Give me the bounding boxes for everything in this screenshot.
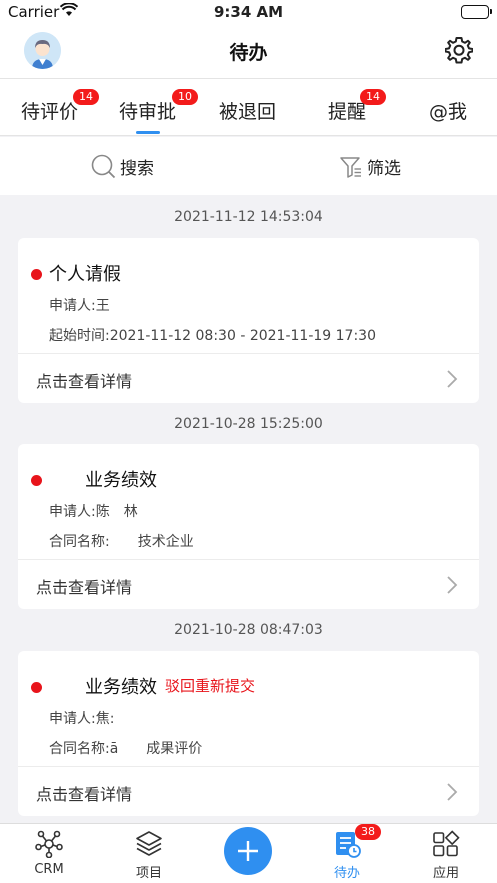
tab-returned[interactable]: 被退回: [219, 79, 289, 137]
info-line: 合同名称:ā 成果评价: [49, 741, 203, 757]
todo-card[interactable]: 业务绩效 申请人:陈 林 合同名称: 技术企业 点击查看详情: [18, 444, 479, 609]
view-detail-link[interactable]: 点击查看详情: [36, 368, 132, 392]
chevron-right-icon: [445, 574, 459, 596]
search-filter-bar: 搜索 筛选: [0, 137, 497, 195]
card-title: 个人请假: [49, 264, 121, 285]
info-line: 合同名称: 技术企业: [49, 534, 194, 550]
nav-crm[interactable]: CRM: [19, 830, 79, 877]
nav-projects[interactable]: 项目: [119, 830, 179, 881]
top-navbar: 待办: [0, 24, 497, 78]
tab-label: 待评价: [21, 101, 79, 123]
applicant-line: 申请人:陈 林: [49, 504, 138, 520]
tab-reminder[interactable]: 提醒 14: [328, 79, 398, 137]
chevron-right-icon: [445, 781, 459, 803]
tab-pending-review[interactable]: 待评价 14: [21, 79, 101, 137]
nav-label: 待办: [333, 866, 360, 881]
nav-label: 应用: [432, 866, 459, 881]
page-title: 待办: [229, 42, 268, 64]
count-badge: 38: [355, 824, 381, 840]
active-tab-indicator: [136, 131, 160, 134]
unread-dot: [31, 682, 42, 693]
filter-icon: [340, 156, 361, 178]
applicant-line: 申请人:焦:: [49, 711, 115, 727]
nav-apps[interactable]: 应用: [416, 830, 476, 881]
status-bar: Carrier 9:34 AM: [0, 0, 497, 24]
view-detail-link[interactable]: 点击查看详情: [36, 574, 132, 598]
add-button[interactable]: [224, 827, 272, 875]
tab-pending-approval[interactable]: 待审批 10: [119, 79, 199, 137]
tab-label: 被退回: [219, 101, 277, 123]
apps-icon: [433, 830, 460, 857]
unread-dot: [31, 269, 42, 280]
clock: 9:34 AM: [213, 3, 284, 21]
search-icon: [91, 154, 116, 179]
tab-bar: 待评价 14 待审批 10 被退回 提醒 14 @我: [0, 78, 497, 136]
tab-label: 待审批: [119, 101, 177, 123]
count-badge: 14: [360, 89, 386, 105]
view-detail-link[interactable]: 点击查看详情: [36, 781, 132, 805]
battery-icon: [461, 5, 492, 19]
todo-card[interactable]: 业务绩效 驳回重新提交 申请人:焦: 合同名称:ā 成果评价 点击查看详情: [18, 651, 479, 816]
nav-label: CRM: [34, 862, 64, 877]
tab-label: @我: [429, 101, 468, 123]
divider: [18, 353, 479, 354]
todo-card[interactable]: 个人请假 申请人:王 起始时间:2021-11-12 08:30 - 2021-…: [18, 238, 479, 403]
divider: [18, 559, 479, 560]
filter-button[interactable]: 筛选: [339, 154, 401, 179]
date-header: 2021-10-28 08:47:03: [174, 622, 323, 638]
tab-mentions[interactable]: @我: [429, 79, 479, 137]
filter-label: 筛选: [367, 159, 401, 179]
card-title: 业务绩效: [85, 677, 157, 698]
info-line: 起始时间:2021-11-12 08:30 - 2021-11-19 17:30: [49, 328, 376, 344]
chevron-right-icon: [445, 368, 459, 390]
applicant-line: 申请人:王: [49, 298, 110, 314]
divider: [18, 766, 479, 767]
date-header: 2021-10-28 15:25:00: [174, 416, 323, 432]
nav-label: 项目: [135, 866, 162, 881]
unread-dot: [31, 475, 42, 486]
count-badge: 14: [73, 89, 99, 105]
nav-todo[interactable]: 待办 38: [317, 824, 381, 881]
plus-icon: [238, 841, 258, 861]
date-header: 2021-11-12 14:53:04: [174, 209, 323, 225]
card-title: 业务绩效: [85, 470, 157, 491]
count-badge: 10: [172, 89, 198, 105]
search-label: 搜索: [120, 159, 154, 179]
network-icon: [35, 830, 63, 858]
gear-icon[interactable]: [444, 36, 474, 64]
status-tag: 驳回重新提交: [165, 677, 256, 695]
layers-icon: [136, 831, 162, 856]
bottom-tab-bar: CRM 项目 待办 38 应用: [0, 823, 497, 883]
search-button[interactable]: 搜索: [91, 154, 154, 179]
